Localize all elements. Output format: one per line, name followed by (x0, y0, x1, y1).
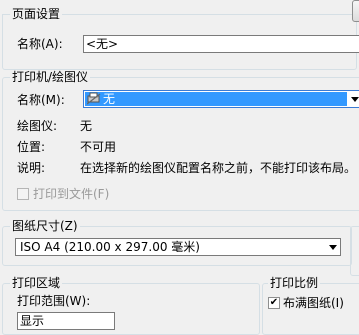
location-label: 位置: (17, 140, 46, 154)
printer-name-value: 无 (103, 92, 116, 106)
plotter-value: 无 (80, 119, 93, 133)
fit-to-paper-checkbox[interactable]: ✔ (268, 297, 280, 309)
print-to-file-checkbox[interactable] (17, 188, 29, 200)
printer-name-highlight (85, 92, 347, 106)
chevron-down-icon[interactable] (348, 91, 359, 107)
page-setup-title: 页面设置 (10, 7, 63, 21)
description-label: 说明: (17, 161, 46, 175)
plotter-label: 绘图仪: (17, 119, 58, 133)
paper-size-combo[interactable]: ISO A4 (210.00 x 297.00 毫米) (15, 238, 341, 256)
page-setup-name-value: <无> (86, 37, 119, 51)
print-range-combo[interactable]: 显示 (17, 312, 115, 330)
print-range-label: 打印范围(W): (17, 294, 91, 308)
page-setup-name-combo[interactable]: <无> (83, 35, 359, 53)
print-to-file-label: 打印到文件(F) (33, 187, 110, 201)
printer-name-combo[interactable]: 无 (83, 90, 359, 108)
print-range-value: 显示 (20, 314, 45, 328)
checkmark-icon: ✔ (269, 297, 279, 308)
printer-name-label: 名称(M): (17, 93, 65, 107)
page-setup-info-button[interactable] (352, 0, 359, 22)
description-value: 在选择新的绘图仪配置名称之前，不能打印该布局。 (80, 161, 357, 175)
fit-to-paper-label: 布满图纸(I) (283, 296, 344, 310)
location-value: 不可用 (80, 140, 117, 154)
chevron-down-icon[interactable] (326, 239, 340, 255)
print-scale-title: 打印比例 (268, 276, 321, 290)
paper-size-title: 图纸尺寸(Z) (10, 219, 80, 233)
print-area-title: 打印区域 (10, 276, 63, 290)
paper-size-value: ISO A4 (210.00 x 297.00 毫米) (20, 240, 200, 254)
page-setup-name-label: 名称(A): (17, 37, 63, 51)
paper-preview-panel (350, 226, 359, 276)
printer-title: 打印机/绘图仪 (10, 70, 91, 84)
plotter-icon (86, 92, 101, 105)
